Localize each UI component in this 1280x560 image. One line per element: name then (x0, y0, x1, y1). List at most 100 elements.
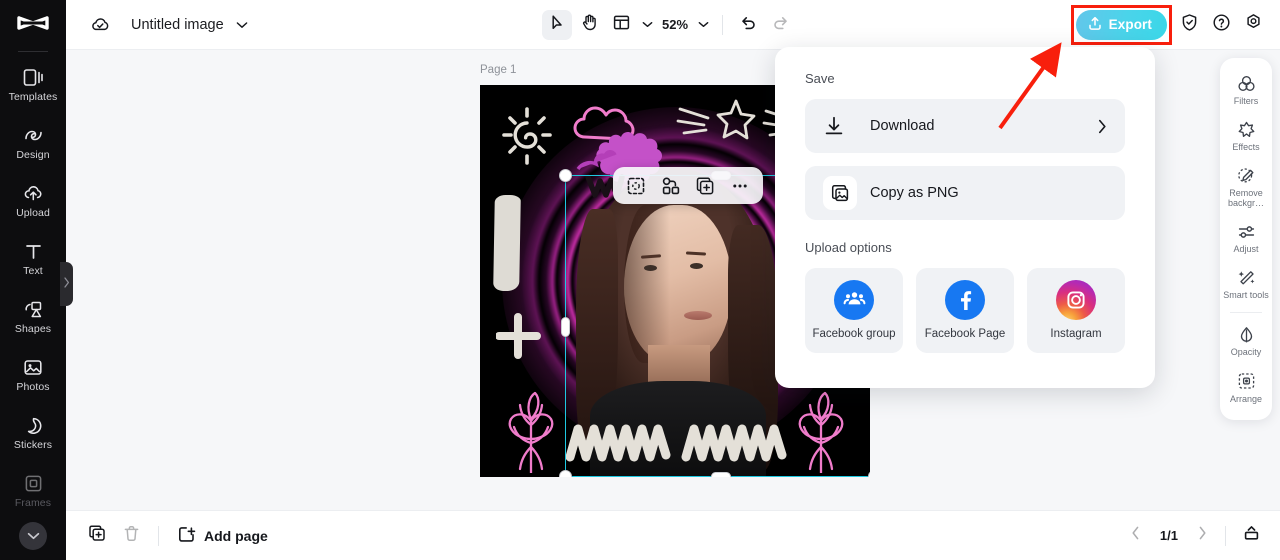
right-item-filters[interactable]: Filters (1220, 67, 1272, 113)
upload-facebook-group[interactable]: Facebook group (805, 268, 903, 353)
duplicate-layer-icon[interactable] (692, 173, 718, 199)
present-button[interactable] (1236, 521, 1266, 551)
sidebar-item-stickers[interactable]: Stickers (0, 404, 66, 462)
templates-icon (23, 67, 43, 88)
copy-as-png-label: Copy as PNG (870, 185, 959, 201)
redo-button[interactable] (765, 10, 795, 40)
cutout-icon[interactable] (623, 173, 649, 199)
sidebar-item-upload[interactable]: Upload (0, 172, 66, 230)
shapes-icon (23, 299, 44, 320)
bottom-divider (158, 525, 159, 546)
copy-image-icon (823, 176, 857, 210)
zoom-level[interactable]: 52% (658, 17, 692, 32)
document-title[interactable]: Untitled image (131, 17, 224, 33)
cursor-arrow-icon (549, 14, 566, 36)
chevron-right-icon (63, 275, 70, 293)
shooting-star-doodle-icon (676, 99, 756, 140)
duplicate-page-icon (87, 523, 107, 548)
prev-page-button[interactable] (1123, 523, 1149, 549)
undo-button[interactable] (733, 10, 763, 40)
sidebar-item-label: Upload (16, 207, 50, 220)
copy-as-png-row[interactable]: Copy as PNG (805, 166, 1125, 220)
arrange-icon (1237, 372, 1256, 391)
hand-icon (581, 13, 598, 36)
upload-facebook-page[interactable]: Facebook Page (916, 268, 1014, 353)
selection-handle-bottom[interactable] (711, 472, 731, 477)
capcut-logo-icon[interactable] (13, 12, 53, 42)
right-item-adjust[interactable]: Adjust (1220, 215, 1272, 261)
chevron-down-icon (698, 22, 708, 27)
right-item-effects[interactable]: Effects (1220, 113, 1272, 159)
sidebar-item-shapes[interactable]: Shapes (0, 288, 66, 346)
effects-icon (1237, 120, 1256, 139)
more-options-icon[interactable] (727, 173, 753, 199)
settings-button[interactable] (1238, 10, 1268, 40)
upload-section-title: Upload options (805, 240, 892, 255)
right-item-opacity[interactable]: Opacity (1220, 318, 1272, 364)
delete-page-button[interactable] (116, 521, 146, 551)
sidebar-item-photos[interactable]: Photos (0, 346, 66, 404)
chevron-down-icon[interactable] (236, 21, 248, 29)
zoom-dropdown-caret[interactable] (694, 12, 712, 38)
facebook-group-icon (834, 279, 874, 320)
right-item-remove-background[interactable]: Remove backgr… (1220, 159, 1272, 215)
select-tool-button[interactable] (542, 9, 572, 40)
right-item-label: Opacity (1230, 347, 1262, 358)
save-section-title: Save (805, 71, 835, 86)
sun-doodle-icon (502, 107, 552, 165)
sidebar-item-label: Text (23, 265, 43, 278)
instagram-icon (1056, 279, 1096, 320)
app-root: Templates Design Upload Text Shapes Phot… (0, 0, 1280, 560)
upload-option-label: Facebook group (812, 327, 896, 340)
selection-handle-left[interactable] (561, 317, 570, 337)
right-item-label: Arrange (1229, 393, 1263, 404)
right-item-smart-tools[interactable]: Smart tools (1220, 261, 1272, 307)
redo-icon (772, 14, 789, 35)
selection-handle-bl[interactable] (559, 470, 572, 477)
shield-check-icon (1180, 13, 1199, 37)
right-panel-divider (1230, 312, 1262, 314)
help-circle-icon (1212, 13, 1231, 37)
export-button-wrapper: Export (1070, 4, 1172, 45)
cloud-saved-icon[interactable] (90, 16, 111, 34)
right-tools-panel: Filters Effects Remove backgr… Adjust Sm… (1220, 58, 1272, 420)
sidebar-item-label: Shapes (14, 323, 52, 336)
sidebar-item-text[interactable]: Text (0, 230, 66, 288)
present-icon (1242, 524, 1261, 548)
sidebar-collapse-handle[interactable] (60, 262, 73, 306)
shape-arrange-icon[interactable] (658, 173, 684, 199)
next-page-button[interactable] (1189, 523, 1215, 549)
upload-instagram[interactable]: Instagram (1027, 268, 1125, 353)
selection-handle-tl[interactable] (559, 169, 572, 182)
tulip-doodle-left-icon (508, 391, 554, 473)
help-button[interactable] (1206, 10, 1236, 40)
floating-object-toolbar (613, 167, 763, 204)
download-icon (823, 115, 857, 137)
right-item-arrange[interactable]: Arrange (1220, 365, 1272, 411)
frames-icon (24, 473, 43, 494)
sidebar-item-frames[interactable]: Frames (0, 462, 66, 520)
page-label: Page 1 (480, 64, 517, 76)
download-row[interactable]: Download (805, 99, 1125, 153)
filters-icon (1237, 74, 1256, 93)
right-item-label: Adjust (1233, 244, 1259, 255)
selection-handle-br[interactable] (868, 470, 870, 477)
upload-cloud-icon (23, 183, 44, 204)
download-label: Download (870, 118, 935, 134)
sidebar-expand-button[interactable] (19, 522, 47, 550)
bottom-right-actions: 1/1 (1123, 521, 1266, 551)
export-button[interactable]: Export (1075, 9, 1167, 40)
canvas-tools: 52% (542, 9, 795, 40)
remove-background-icon (1237, 166, 1256, 185)
right-item-label: Effects (1232, 142, 1260, 153)
shield-check-button[interactable] (1174, 10, 1204, 40)
top-toolbar: Untitled image 52% Export (66, 0, 1280, 50)
duplicate-page-button[interactable] (82, 521, 112, 551)
sidebar-item-design[interactable]: Design (0, 114, 66, 172)
add-page-button[interactable]: Add page (171, 525, 274, 547)
sidebar-item-templates[interactable]: Templates (0, 56, 66, 114)
hand-tool-button[interactable] (574, 10, 604, 40)
layout-dropdown-caret[interactable] (638, 12, 656, 38)
layout-tool-button[interactable] (606, 10, 636, 40)
opacity-icon (1237, 325, 1256, 344)
